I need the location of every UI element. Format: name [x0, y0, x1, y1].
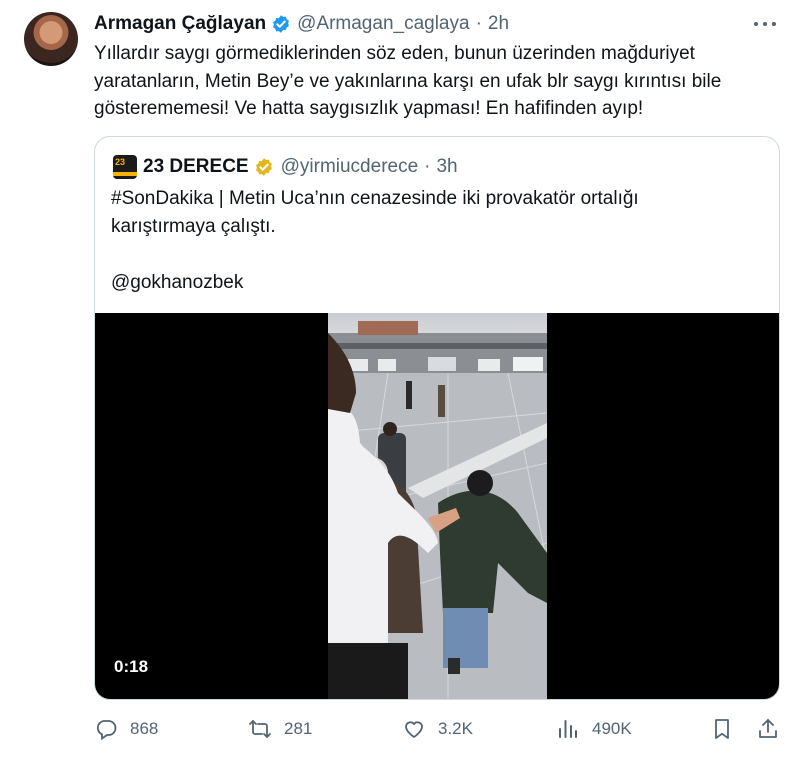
views-count: 490K — [592, 719, 632, 738]
more-icon[interactable] — [754, 14, 776, 34]
views-icon — [559, 720, 577, 738]
reply-button[interactable]: 868 — [94, 714, 158, 744]
quoted-tweet-header: 23 23 DERECE @yirmiucderece · 3h — [113, 155, 458, 179]
quoted-author-display-name: 23 DERECE — [143, 156, 249, 177]
quoted-logo-text: 23 — [115, 157, 126, 167]
reply-count: 868 — [130, 719, 159, 738]
like-button[interactable]: 3.2K — [402, 714, 473, 744]
author-display-name[interactable]: Armagan Çağlayan — [94, 13, 266, 35]
quoted-author-avatar: 23 — [113, 155, 137, 179]
quoted-author-handle: @yirmiucderece — [280, 156, 419, 177]
reply-icon — [96, 720, 117, 741]
bookmark-icon — [715, 719, 729, 739]
repost-button[interactable]: 281 — [248, 714, 312, 744]
separator-dot: · — [475, 13, 482, 34]
video-player[interactable]: 0:18 — [95, 313, 779, 699]
bookmark-button[interactable] — [710, 714, 734, 744]
author-handle[interactable]: @Armagan_caglaya — [297, 13, 469, 35]
like-icon — [405, 721, 423, 738]
video-duration: 0:18 — [114, 657, 149, 676]
separator-dot: · — [424, 156, 431, 177]
tweet-time[interactable]: 2h — [488, 13, 509, 35]
gold-verified-badge-icon — [255, 158, 272, 176]
repost-icon — [249, 720, 271, 738]
quoted-tweet-text: #SonDakika | Metin Uca’nın cenazesinde i… — [111, 188, 639, 293]
share-button[interactable] — [756, 714, 780, 744]
avatar[interactable] — [24, 12, 78, 66]
tweet-header: Armagan Çağlayan @Armagan_caglaya · 2h — [94, 12, 509, 36]
video-frame — [328, 313, 547, 699]
views-button[interactable]: 490K — [556, 714, 632, 744]
quoted-tweet[interactable]: 23 23 DERECE @yirmiucderece · 3h #SonDak… — [94, 136, 780, 700]
share-icon — [759, 719, 777, 738]
action-bar: 868 281 3.2K 490K — [94, 714, 784, 744]
quoted-tweet-time: 3h — [436, 156, 458, 177]
repost-count: 281 — [284, 719, 313, 738]
like-count: 3.2K — [438, 719, 473, 738]
tweet: Armagan Çağlayan @Armagan_caglaya · 2h Y… — [0, 0, 800, 768]
tweet-text: Yıllardır saygı görmediklerinden söz ede… — [94, 43, 722, 119]
verified-badge-icon — [273, 15, 290, 33]
